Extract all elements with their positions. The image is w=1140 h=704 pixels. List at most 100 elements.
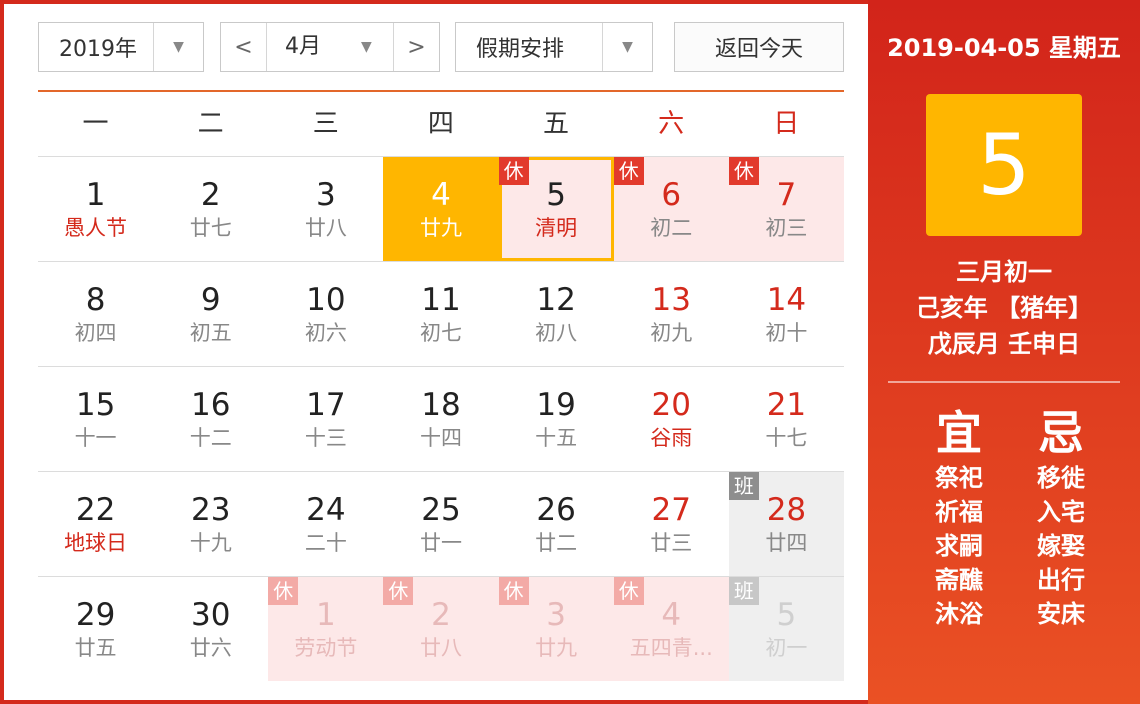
calendar-day-cell[interactable]: 11 初七 [383, 261, 499, 366]
avoid-item: 入宅 [1037, 498, 1085, 526]
chevron-down-icon[interactable]: ▼ [361, 23, 372, 71]
month-value[interactable]: 4月 [285, 23, 321, 71]
lunar-label: 谷雨 [650, 426, 693, 450]
calendar-day-cell[interactable]: 3 廿八 [268, 156, 384, 261]
calendar-day-cell[interactable]: 12 初八 [498, 261, 614, 366]
lunar-label: 初六 [304, 321, 347, 345]
back-to-today-button[interactable]: 返回今天 [674, 22, 844, 72]
chevron-down-icon[interactable]: ▼ [602, 23, 652, 71]
holiday-badge: 休 [268, 577, 299, 605]
weekday-label: 二 [197, 109, 224, 139]
lunar-label: 五四青... [629, 636, 713, 660]
workday-badge: 班 [728, 472, 759, 500]
weekday-label: 一 [82, 109, 109, 139]
lunar-label: 清明 [535, 216, 578, 240]
holiday-select[interactable]: 假期安排 ▼ [455, 22, 653, 72]
lunar-label: 十九 [189, 531, 232, 555]
lunar-label: 初二 [650, 216, 693, 240]
day-number: 10 [306, 282, 346, 318]
day-number: 29 [75, 597, 116, 633]
day-number: 2 [200, 177, 221, 213]
day-number: 12 [536, 282, 576, 318]
calendar-day-cell[interactable]: 9 初五 [153, 261, 269, 366]
suitable-item: 祈福 [935, 498, 983, 526]
calendar-day-cell[interactable]: 休 4 五四青... [613, 576, 729, 681]
day-number: 16 [190, 387, 231, 423]
calendar-day-cell[interactable]: 10 初六 [268, 261, 384, 366]
calendar-day-cell[interactable]: 1 愚人节 [38, 156, 154, 261]
lunar-label: 十四 [419, 426, 462, 450]
day-number: 15 [75, 387, 116, 423]
holiday-badge: 休 [498, 157, 529, 185]
calendar-day-cell[interactable]: 班 28 廿四 [728, 471, 844, 576]
lunar-date: 三月初一 [956, 258, 1052, 286]
day-number: 22 [75, 492, 116, 528]
suitable-list: 宜 祭祀 祈福 求嗣 斋醮 沐浴 [904, 405, 1014, 631]
lunar-label: 初七 [419, 321, 462, 345]
lunar-label: 廿九 [419, 216, 462, 240]
calendar-day-cell[interactable]: 26 廿二 [498, 471, 614, 576]
calendar-day-cell[interactable]: 8 初四 [38, 261, 154, 366]
workday-badge: 班 [728, 577, 759, 605]
calendar-day-cell[interactable]: 2 廿七 [153, 156, 269, 261]
calendar-day-cell[interactable]: 22 地球日 [38, 471, 154, 576]
day-number: 24 [306, 492, 346, 528]
calendar-day-cell[interactable]: 14 初十 [728, 261, 844, 366]
suitable-item: 斋醮 [935, 566, 983, 594]
lunar-label: 十七 [765, 426, 808, 450]
calendar-day-cell[interactable]: 21 十七 [728, 366, 844, 471]
avoid-item: 嫁娶 [1037, 532, 1085, 560]
calendar-day-cell[interactable]: 班 5 初一 [728, 576, 844, 681]
chevron-down-icon[interactable]: ▼ [153, 23, 203, 71]
panel-divider [888, 381, 1120, 383]
year-select[interactable]: 2019年 ▼ [38, 22, 204, 72]
calendar-day-cell[interactable]: 13 初九 [613, 261, 729, 366]
lunar-label: 廿三 [650, 531, 693, 555]
calendar-day-cell[interactable]: 4 廿九 [383, 156, 499, 261]
lunar-label: 十五 [535, 426, 578, 450]
lunar-label: 廿五 [74, 636, 117, 660]
holiday-badge: 休 [613, 577, 644, 605]
holiday-badge: 休 [728, 157, 759, 185]
next-month-button[interactable]: > [393, 23, 439, 71]
year-value: 2019年 [59, 37, 137, 62]
calendar-day-cell[interactable]: 20 谷雨 [613, 366, 729, 471]
prev-month-button[interactable]: < [221, 23, 267, 71]
calendar-day-cell[interactable]: 17 十三 [268, 366, 384, 471]
calendar-day-cell[interactable]: 19 十五 [498, 366, 614, 471]
calendar-grid: 1 愚人节 2 廿七 3 廿八 4 廿九休 5 清明休 6 初二休 7 初三 8 初四 9 初五 10 初六 11 初七 1… [38, 156, 844, 681]
calendar-day-cell[interactable]: 18 十四 [383, 366, 499, 471]
weekday-label: 三 [312, 109, 339, 139]
calendar-day-cell[interactable]: 休 7 初三 [728, 156, 844, 261]
calendar-day-cell[interactable]: 27 廿三 [613, 471, 729, 576]
calendar-day-cell[interactable]: 休 3 廿九 [498, 576, 614, 681]
lunar-label: 初一 [765, 636, 808, 660]
lunar-label: 初十 [765, 321, 808, 345]
lunar-label: 廿八 [419, 636, 462, 660]
calendar-day-cell[interactable]: 休 2 廿八 [383, 576, 499, 681]
calendar-day-cell[interactable]: 23 十九 [153, 471, 269, 576]
calendar-day-cell[interactable]: 29 廿五 [38, 576, 154, 681]
lunar-label: 初四 [74, 321, 117, 345]
lunar-label: 初九 [650, 321, 693, 345]
lunar-label: 十二 [189, 426, 232, 450]
day-number: 19 [536, 387, 576, 423]
calendar-day-cell[interactable]: 24 二十 [268, 471, 384, 576]
holiday-badge: 休 [613, 157, 644, 185]
calendar-day-cell[interactable]: 16 十二 [153, 366, 269, 471]
lunar-label: 愚人节 [64, 216, 128, 240]
calendar-day-cell[interactable]: 休 5 清明 [498, 156, 614, 261]
calendar-day-cell[interactable]: 25 廿一 [383, 471, 499, 576]
suitable-item: 求嗣 [935, 532, 983, 560]
month-selector: < 4月 ▼ > [220, 22, 440, 72]
lunar-label: 初三 [765, 216, 808, 240]
calendar-day-cell[interactable]: 休 6 初二 [613, 156, 729, 261]
calendar-day-cell[interactable]: 休 1 劳动节 [268, 576, 384, 681]
calendar-day-cell[interactable]: 30 廿六 [153, 576, 269, 681]
day-detail-panel: 2019-04-05 星期五 5 三月初一 己亥年 【猪年】 戊辰月 壬申日 宜… [868, 0, 1140, 704]
avoid-title: 忌 [1038, 406, 1084, 460]
lunar-label: 廿一 [419, 531, 462, 555]
big-day-number: 5 [926, 94, 1082, 236]
calendar-day-cell[interactable]: 15 十一 [38, 366, 154, 471]
suitable-item: 祭祀 [935, 464, 983, 492]
